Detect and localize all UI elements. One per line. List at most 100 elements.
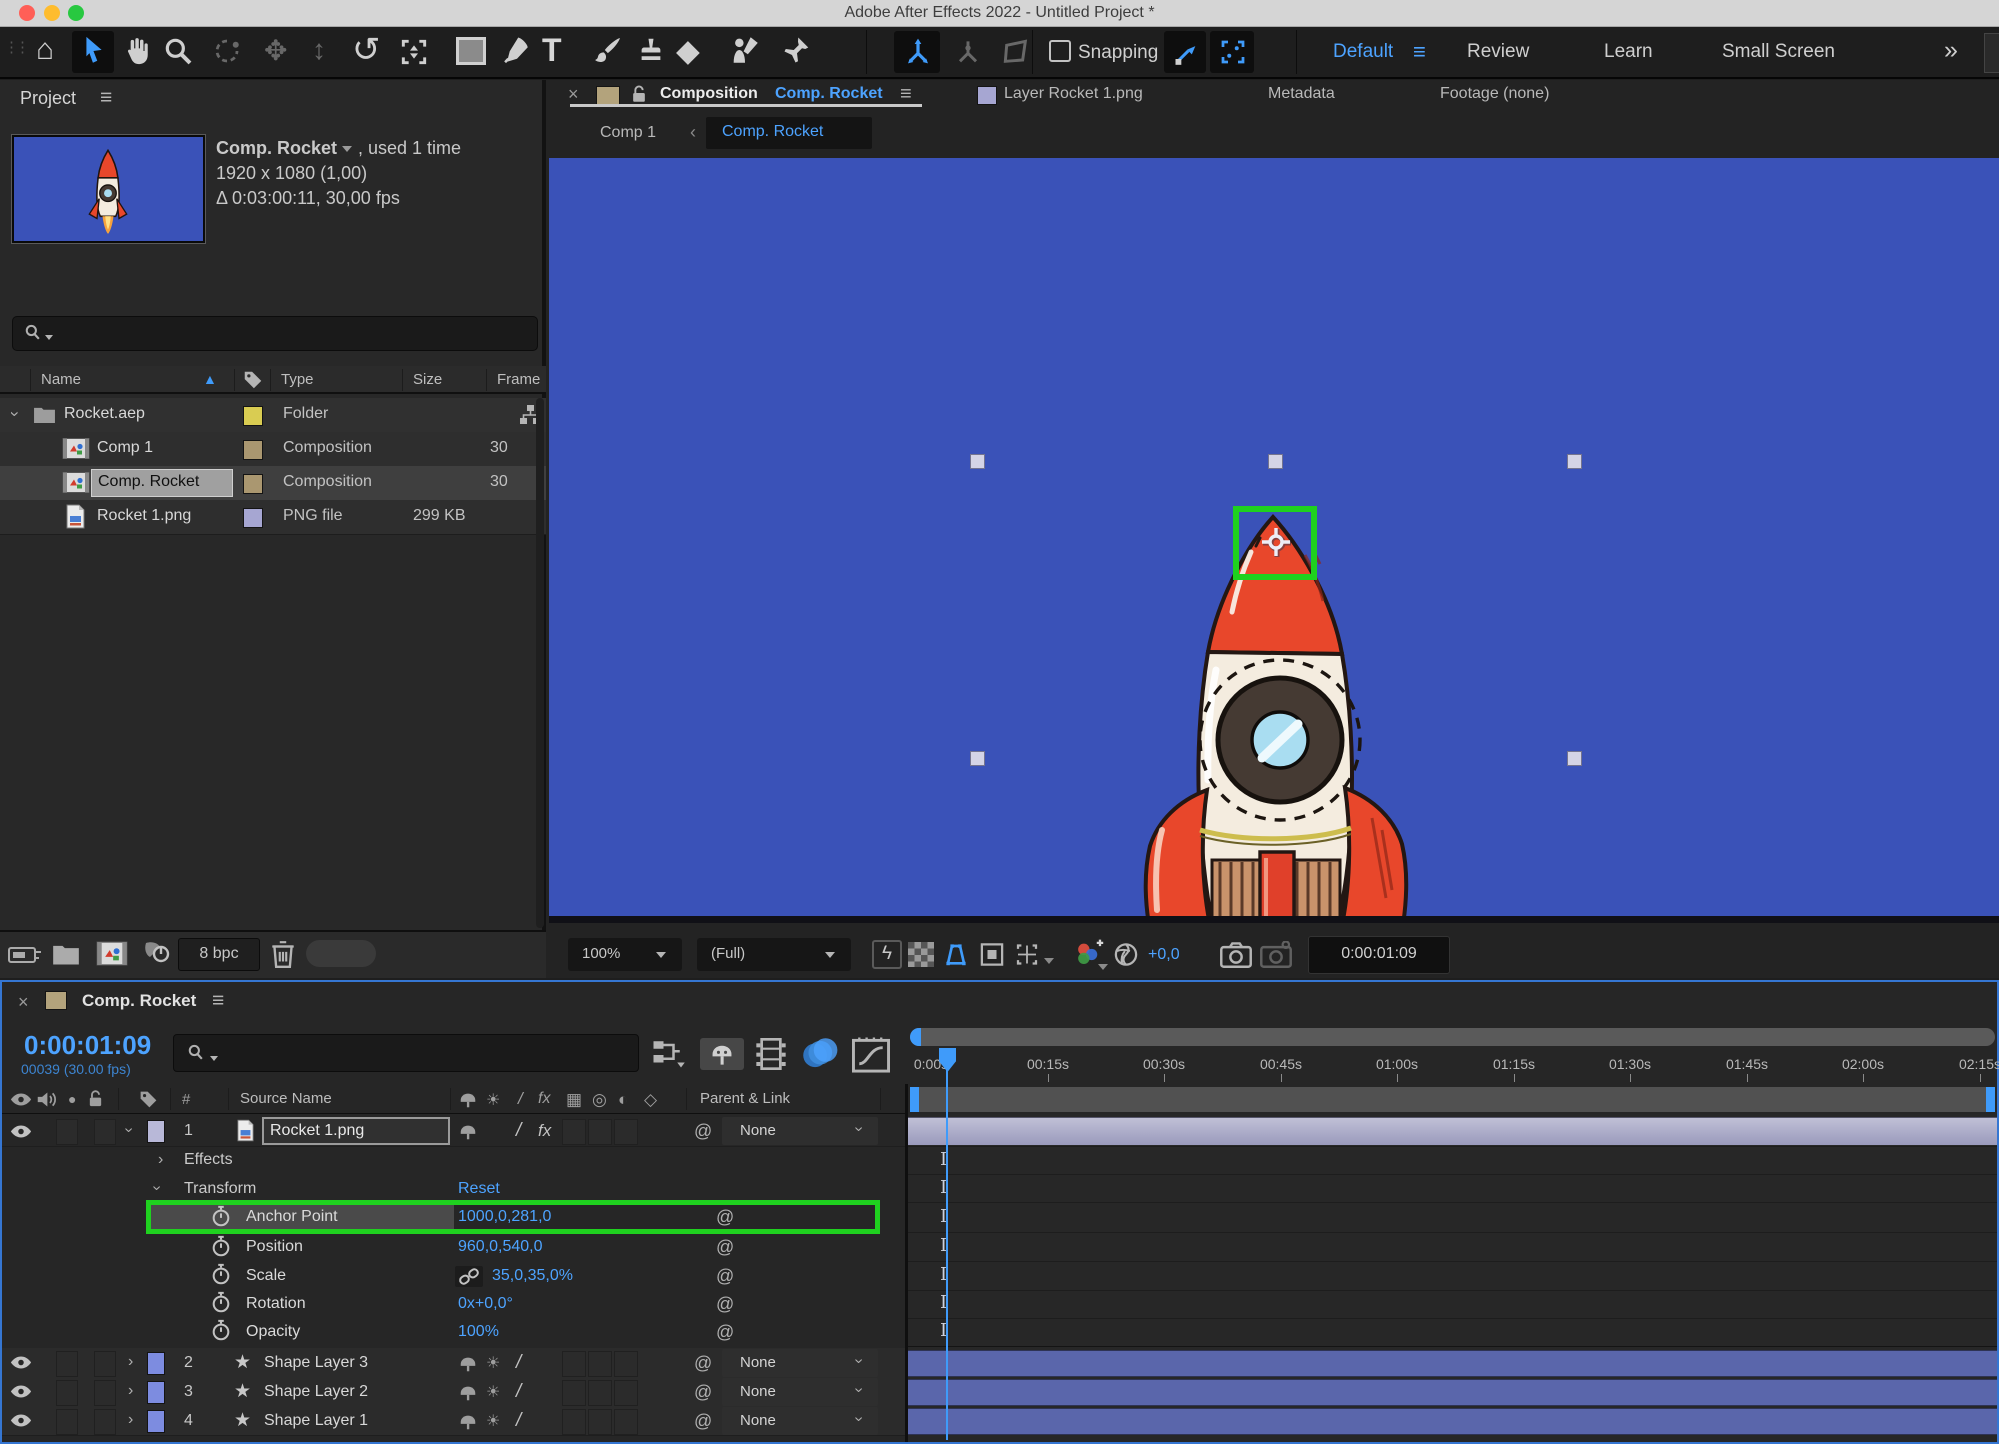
label-color-swatch[interactable]: [243, 474, 263, 494]
work-area-end-handle[interactable]: [1986, 1087, 1995, 1112]
orbit-tool-icon[interactable]: [212, 36, 242, 66]
video-column-eye-icon[interactable]: [10, 1091, 32, 1108]
parent-dropdown[interactable]: None ›: [722, 1378, 878, 1406]
composition-mini-flowchart-icon[interactable]: [652, 1040, 690, 1070]
rectangle-tool-icon[interactable]: [456, 37, 486, 65]
choose-grid-guides-button[interactable]: [1012, 941, 1042, 968]
composition-canvas[interactable]: [549, 158, 1999, 923]
preview-comp-name[interactable]: Comp. Rocket: [216, 138, 337, 159]
composition-tab-menu-icon[interactable]: ≡: [900, 83, 912, 106]
zoom-tool-icon[interactable]: [162, 35, 194, 67]
opacity-value[interactable]: 100%: [458, 1323, 499, 1341]
frame-blend-column-icon[interactable]: ▦: [566, 1090, 582, 1110]
property-pickwhip-icon[interactable]: @: [716, 1294, 734, 1315]
parent-dropdown[interactable]: None ›: [722, 1349, 878, 1377]
layer-color-swatch[interactable]: [147, 1381, 165, 1404]
layer-handle-mid-right[interactable]: [1567, 751, 1582, 766]
parent-dropdown[interactable]: None ›: [722, 1117, 878, 1145]
audio-column-speaker-icon[interactable]: [36, 1089, 57, 1110]
project-item-name[interactable]: Rocket 1.png: [97, 507, 191, 525]
adjustment-column-icon[interactable]: ◐: [618, 1090, 628, 1110]
label-color-swatch[interactable]: [243, 440, 263, 460]
exposure-value[interactable]: +0,0: [1148, 946, 1180, 964]
workspace-tab-default[interactable]: Default: [1333, 41, 1393, 63]
parent-pickwhip-icon[interactable]: @: [694, 1411, 712, 1432]
eraser-tool-icon[interactable]: ◆: [676, 33, 700, 69]
position-label[interactable]: Position: [246, 1238, 303, 1256]
layer-quality-icon[interactable]: /: [516, 1352, 521, 1374]
view-axis-icon[interactable]: [1000, 36, 1032, 68]
stopwatch-icon[interactable]: [210, 1235, 232, 1259]
project-scrollbar[interactable]: [536, 398, 544, 928]
footage-layer-bar[interactable]: [908, 1117, 1997, 1145]
label-color-swatch[interactable]: [243, 406, 263, 426]
close-composition-tab-icon[interactable]: ×: [568, 84, 579, 105]
world-axis-icon[interactable]: [952, 36, 984, 68]
sort-ascending-icon[interactable]: ▲: [203, 371, 217, 387]
layer-visibility-eye-icon[interactable]: [10, 1383, 32, 1400]
resolution-value[interactable]: (Full): [711, 945, 745, 962]
lock-icon[interactable]: [630, 85, 648, 104]
motion-blur-column-icon[interactable]: ◎: [592, 1090, 607, 1110]
time-navigator-start-handle[interactable]: [910, 1028, 921, 1046]
new-composition-icon[interactable]: [96, 940, 128, 967]
layer-quality-icon[interactable]: /: [516, 1410, 521, 1432]
preview-comp-dropdown-icon[interactable]: [342, 146, 352, 152]
parent-link-column[interactable]: Parent & Link: [700, 1090, 790, 1107]
column-header-size[interactable]: Size: [413, 371, 442, 388]
transparency-grid-button[interactable]: [908, 942, 934, 967]
project-settings-rocket-icon[interactable]: [142, 939, 172, 969]
quality-column-icon[interactable]: /: [518, 1089, 523, 1109]
label-color-swatch[interactable]: [243, 508, 263, 528]
preview-timecode-box[interactable]: 0:00:01:09: [1308, 936, 1450, 974]
layer-expand-chevron-icon[interactable]: ›: [128, 1382, 133, 1400]
layer-collapse-sun-icon[interactable]: ☀: [486, 1382, 500, 1402]
search-workspaces-button[interactable]: [1984, 33, 1999, 73]
tab-layer[interactable]: Layer Rocket 1.png: [1004, 85, 1143, 103]
parent-pickwhip-icon[interactable]: @: [694, 1353, 712, 1374]
grid-options-caret-icon[interactable]: [1044, 958, 1054, 964]
shape-layer-bar[interactable]: [908, 1350, 1997, 1377]
transform-group-label[interactable]: Transform: [184, 1180, 256, 1198]
position-value[interactable]: 960,0,540,0: [458, 1238, 543, 1256]
scale-value[interactable]: 35,0,35,0%: [492, 1267, 573, 1285]
channel-caret-icon[interactable]: [1098, 964, 1108, 970]
timeline-tab-name[interactable]: Comp. Rocket: [82, 991, 196, 1011]
stopwatch-icon[interactable]: [210, 1291, 232, 1315]
constrain-proportions-link-icon[interactable]: [455, 1266, 483, 1287]
magnification-dropdown[interactable]: 100%: [568, 938, 682, 971]
dolly-camera-tool-icon[interactable]: ↕: [312, 34, 326, 66]
brush-tool-icon[interactable]: [592, 34, 624, 66]
solo-column-icon[interactable]: ●: [68, 1091, 76, 1107]
time-navigator-bar[interactable]: [910, 1028, 1995, 1046]
layer-handle-top-left[interactable]: [970, 454, 985, 469]
lock-column-icon[interactable]: [87, 1089, 104, 1109]
layer-visibility-eye-icon[interactable]: [10, 1354, 32, 1371]
transform-reset-link[interactable]: Reset: [458, 1180, 500, 1198]
project-preview-thumbnail[interactable]: [12, 135, 205, 243]
roto-brush-tool-icon[interactable]: [728, 33, 762, 67]
region-of-interest-button[interactable]: [978, 941, 1006, 968]
pen-tool-icon[interactable]: [502, 34, 532, 66]
breadcrumb-current-box[interactable]: Comp. Rocket: [706, 117, 872, 149]
rotation-value[interactable]: 0x+0,0°: [458, 1295, 513, 1313]
frame-blending-icon[interactable]: [754, 1038, 788, 1070]
work-area-bar[interactable]: [910, 1087, 1995, 1112]
work-area-start-handle[interactable]: [910, 1087, 919, 1112]
home-icon[interactable]: ⌂: [36, 33, 54, 67]
color-depth-button[interactable]: 8 bpc: [178, 938, 260, 971]
scale-label[interactable]: Scale: [246, 1267, 286, 1285]
clone-stamp-tool-icon[interactable]: [636, 34, 666, 66]
parent-pickwhip-icon[interactable]: @: [694, 1382, 712, 1403]
layer-collapse-sun-icon[interactable]: ☀: [486, 1411, 500, 1431]
project-panel-title[interactable]: Project: [20, 88, 76, 109]
mask-visibility-button[interactable]: [939, 938, 973, 970]
workspace-tab-review[interactable]: Review: [1467, 41, 1529, 63]
camera-scan-tool-icon[interactable]: [398, 36, 430, 68]
fast-previews-button[interactable]: ϟ: [872, 940, 902, 969]
selected-item-name-box[interactable]: Comp. Rocket: [91, 469, 233, 497]
project-panel-menu-icon[interactable]: ≡: [100, 86, 112, 110]
puppet-pin-tool-icon[interactable]: [782, 33, 812, 67]
layer-number-column[interactable]: #: [182, 1091, 190, 1108]
type-tool-icon[interactable]: T: [542, 32, 562, 69]
